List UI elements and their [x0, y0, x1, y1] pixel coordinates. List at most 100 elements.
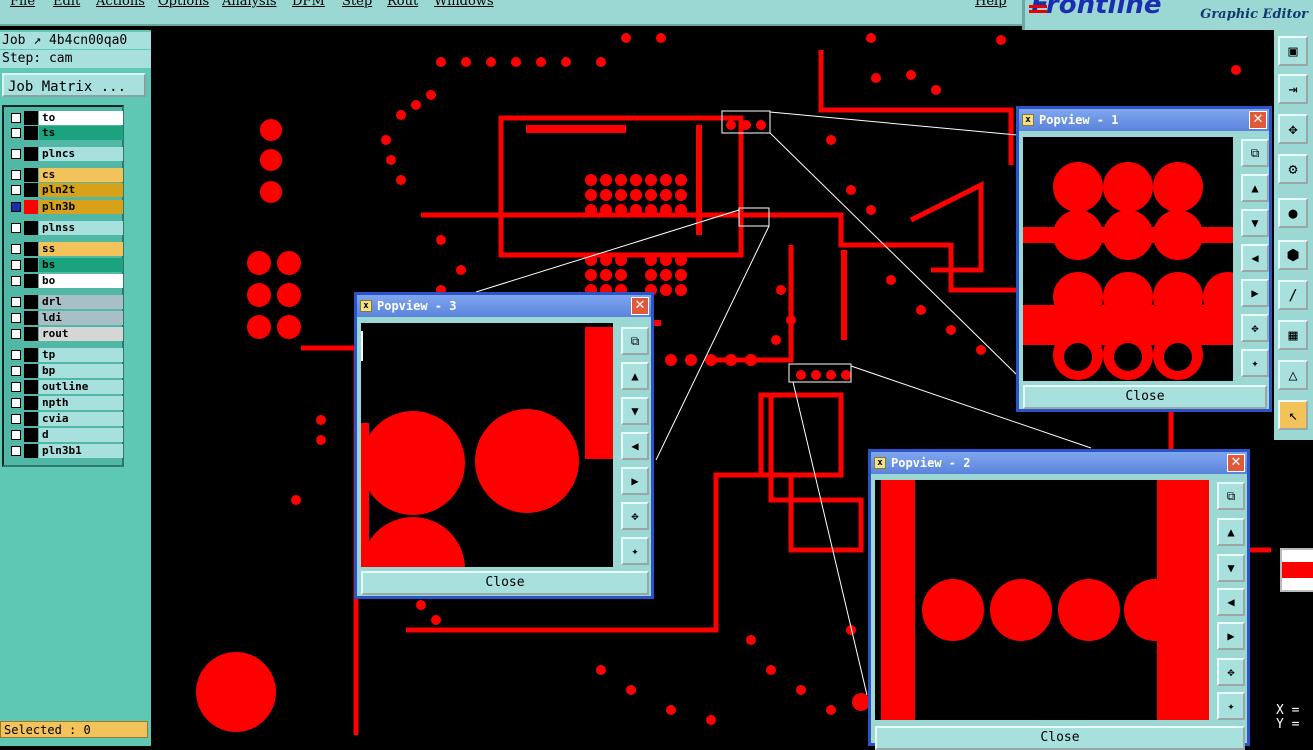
layer-name[interactable]: bo: [39, 274, 123, 288]
layer-swatch[interactable]: [24, 221, 38, 235]
layer-row[interactable]: npth: [7, 396, 123, 410]
layer-name[interactable]: drl: [39, 295, 123, 309]
pan-up-icon[interactable]: ▲: [1217, 518, 1245, 546]
close-icon[interactable]: ✕: [1227, 454, 1245, 472]
layer-name[interactable]: pln2t: [39, 183, 123, 197]
layer-name[interactable]: cvia: [39, 412, 123, 426]
layer-checkbox[interactable]: [11, 297, 21, 307]
layer-checkbox[interactable]: [11, 350, 21, 360]
layer-swatch[interactable]: [24, 242, 38, 256]
layer-checkbox[interactable]: [11, 202, 21, 212]
pan-right-icon[interactable]: ▶: [1241, 279, 1269, 307]
layer-row[interactable]: bp: [7, 364, 123, 378]
line-icon[interactable]: ∕: [1278, 280, 1308, 310]
layer-row[interactable]: rout: [7, 327, 123, 341]
layer-name[interactable]: plncs: [39, 147, 123, 161]
zoom-in-icon[interactable]: ✥: [621, 502, 649, 530]
step-row[interactable]: Step: cam: [0, 50, 151, 68]
layer-checkbox[interactable]: [11, 170, 21, 180]
layer-name[interactable]: pln3b: [39, 200, 123, 214]
layer-name[interactable]: plnss: [39, 221, 123, 235]
layer-checkbox[interactable]: [11, 414, 21, 424]
pan-left-icon[interactable]: ◀: [1217, 588, 1245, 616]
layer-row[interactable]: cvia: [7, 412, 123, 426]
layer-row[interactable]: pln3b: [7, 200, 123, 214]
layer-swatch[interactable]: [24, 348, 38, 362]
layer-row[interactable]: to: [7, 111, 123, 125]
layer-swatch[interactable]: [24, 311, 38, 325]
layer-swatch[interactable]: [24, 295, 38, 309]
menu-actions[interactable]: Actions: [96, 0, 145, 9]
layer-swatch[interactable]: [24, 183, 38, 197]
layer-swatch[interactable]: [24, 364, 38, 378]
close-icon[interactable]: ✕: [631, 297, 649, 315]
popview-2-close-button[interactable]: Close: [875, 726, 1245, 750]
layer-checkbox[interactable]: [11, 398, 21, 408]
layer-name[interactable]: bp: [39, 364, 123, 378]
pan-down-icon[interactable]: ▼: [1217, 554, 1245, 582]
layer-swatch[interactable]: [24, 147, 38, 161]
layer-name[interactable]: d: [39, 428, 123, 442]
zoom-in-icon[interactable]: ✥: [1217, 658, 1245, 686]
layer-name[interactable]: ss: [39, 242, 123, 256]
popview-3-titlebar[interactable]: x Popview - 3: [357, 295, 651, 317]
popview-1-titlebar[interactable]: x Popview - 1: [1019, 109, 1269, 131]
popview-2-view[interactable]: [875, 480, 1209, 720]
pan-up-icon[interactable]: ▲: [1241, 174, 1269, 202]
layer-row[interactable]: outline: [7, 380, 123, 394]
popview-3-view[interactable]: [361, 323, 613, 567]
menu-edit[interactable]: Edit: [53, 0, 80, 9]
layer-swatch[interactable]: [24, 428, 38, 442]
zoom-out-icon[interactable]: ✦: [1241, 349, 1269, 377]
zoom-home-icon[interactable]: ▣: [1278, 36, 1308, 66]
pointer-icon[interactable]: ↖: [1278, 400, 1308, 430]
pan-down-icon[interactable]: ▼: [1241, 209, 1269, 237]
popview-1-close-button[interactable]: Close: [1023, 385, 1267, 409]
layer-row[interactable]: cs: [7, 168, 123, 182]
layer-checkbox[interactable]: [11, 113, 21, 123]
layer-row[interactable]: plnss: [7, 221, 123, 235]
pan-right-icon[interactable]: ▶: [621, 467, 649, 495]
layer-swatch[interactable]: [24, 327, 38, 341]
layer-row[interactable]: bo: [7, 274, 123, 288]
layer-checkbox[interactable]: [11, 276, 21, 286]
layer-checkbox[interactable]: [11, 382, 21, 392]
menu-rout[interactable]: Rout: [387, 0, 418, 9]
layer-name[interactable]: rout: [39, 327, 123, 341]
layer-swatch[interactable]: [24, 274, 38, 288]
layer-name[interactable]: outline: [39, 380, 123, 394]
layer-checkbox[interactable]: [11, 430, 21, 440]
layer-row[interactable]: bs: [7, 258, 123, 272]
menu-analysis[interactable]: Analysis: [222, 0, 277, 9]
layer-checkbox[interactable]: [11, 149, 21, 159]
layer-row[interactable]: plncs: [7, 147, 123, 161]
layer-checkbox[interactable]: [11, 244, 21, 254]
layer-name[interactable]: cs: [39, 168, 123, 182]
layer-name[interactable]: ts: [39, 126, 123, 140]
measure-icon[interactable]: ⚙: [1278, 154, 1308, 184]
layer-name[interactable]: npth: [39, 396, 123, 410]
layer-swatch[interactable]: [24, 126, 38, 140]
layer-swatch[interactable]: [24, 396, 38, 410]
menu-file[interactable]: File: [10, 0, 35, 9]
zoom-fit-icon[interactable]: ✥: [1278, 114, 1308, 144]
net-icon[interactable]: ⬢: [1278, 240, 1308, 270]
pan-left-icon[interactable]: ◀: [1241, 244, 1269, 272]
pan-up-icon[interactable]: ▲: [621, 362, 649, 390]
layer-row[interactable]: ts: [7, 126, 123, 140]
menu-help[interactable]: Help: [975, 0, 1007, 9]
triangle-icon[interactable]: △: [1278, 360, 1308, 390]
close-icon[interactable]: ✕: [1249, 111, 1267, 129]
layer-checkbox[interactable]: [11, 366, 21, 376]
layer-row[interactable]: pln3b1: [7, 444, 123, 458]
layer-checkbox[interactable]: [11, 446, 21, 456]
layer-checkbox[interactable]: [11, 185, 21, 195]
menu-step[interactable]: Step: [342, 0, 372, 9]
layer-name[interactable]: tp: [39, 348, 123, 362]
zoom-out-icon[interactable]: ✦: [1217, 692, 1245, 720]
menu-windows[interactable]: Windows: [434, 0, 494, 9]
job-row[interactable]: Job ↗ 4b4cn00qa0: [0, 32, 151, 49]
zoom-in-icon[interactable]: ✥: [1241, 314, 1269, 342]
copy-icon[interactable]: ⧉: [1217, 482, 1245, 510]
layer-row[interactable]: pln2t: [7, 183, 123, 197]
